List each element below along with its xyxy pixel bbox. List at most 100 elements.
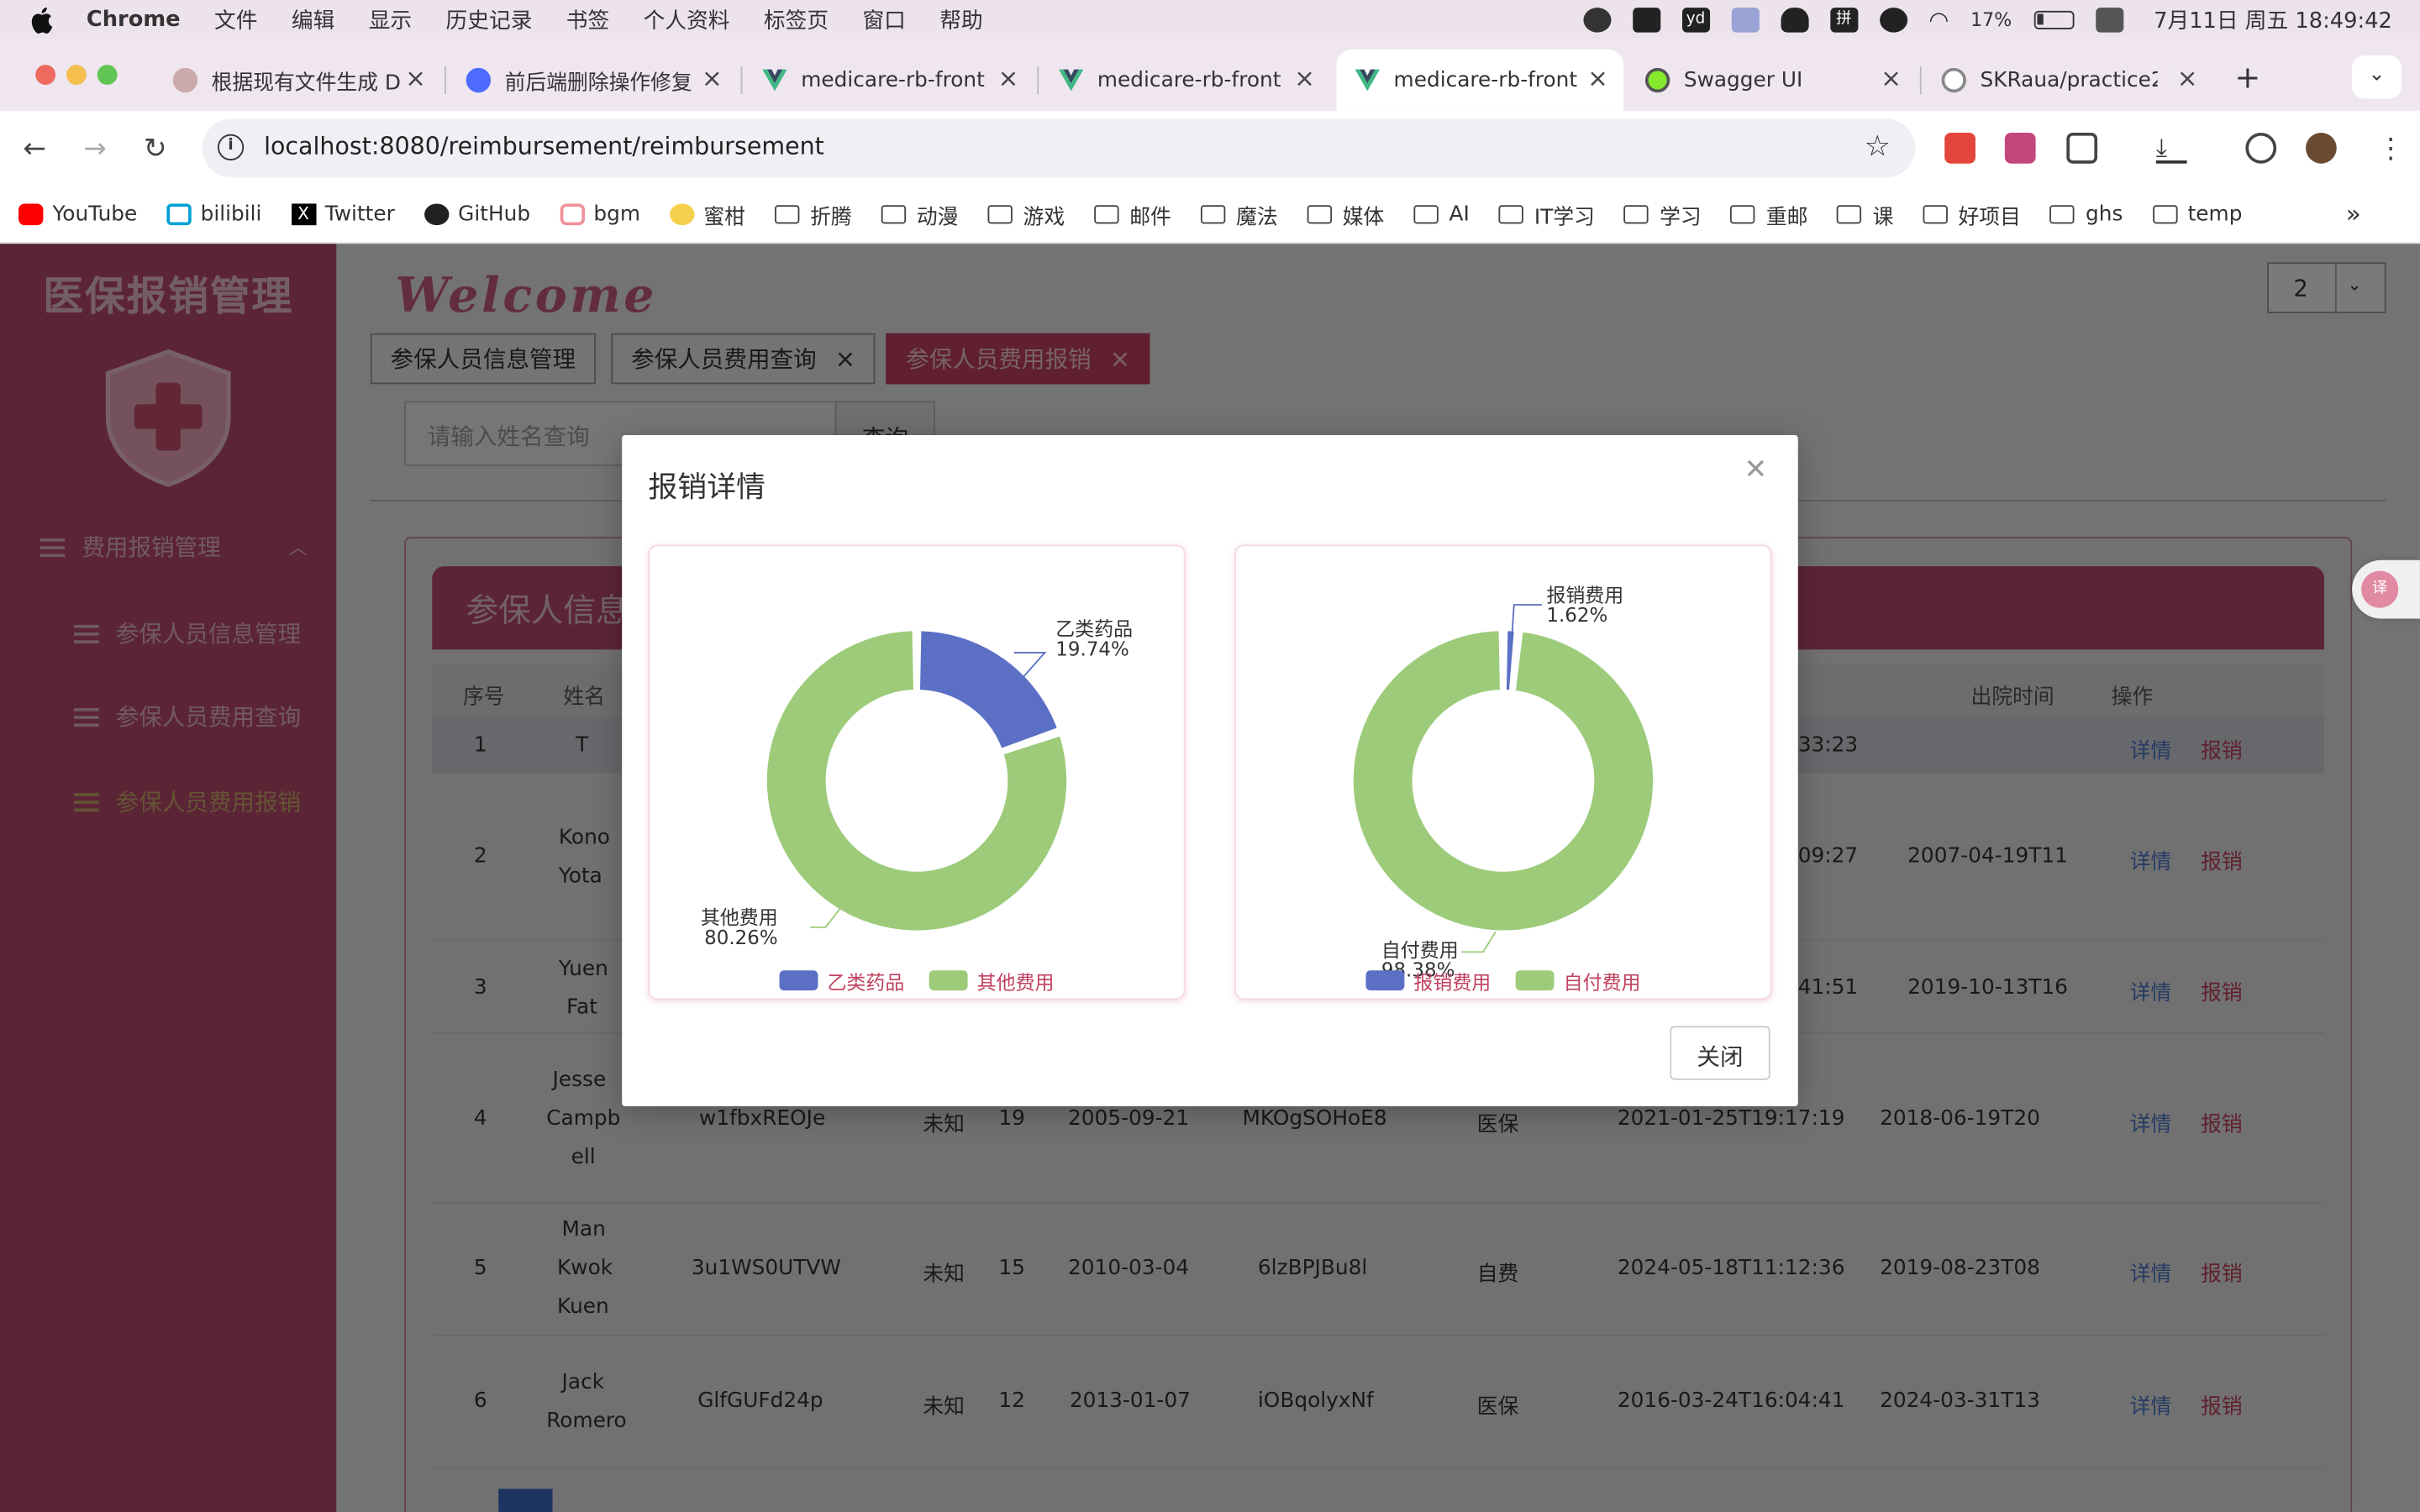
menu-tabs[interactable]: 标签页: [764, 4, 829, 35]
bookmark-bilibili[interactable]: bilibili: [166, 202, 261, 226]
bookmark-folder[interactable]: 邮件: [1094, 198, 1171, 229]
tab-close-icon[interactable]: ×: [1294, 63, 1315, 92]
bookmark-folder[interactable]: 重邮: [1730, 198, 1807, 229]
bookmark-youtube[interactable]: YouTube: [18, 202, 137, 226]
pie-slice[interactable]: [917, 627, 1061, 753]
x-icon: X: [291, 202, 316, 225]
tab-close-icon[interactable]: ×: [405, 63, 426, 92]
bookmark-folder[interactable]: 动漫: [881, 198, 958, 229]
menu-help[interactable]: 帮助: [939, 4, 982, 35]
dialog-close-button[interactable]: 关闭: [1670, 1026, 1770, 1080]
bookmark-folder[interactable]: 课: [1837, 198, 1893, 229]
folder-icon: [1094, 204, 1119, 223]
user-status-icon[interactable]: [1731, 7, 1760, 32]
browser-tab[interactable]: medicare-rb-front ×: [1040, 50, 1330, 111]
account-icon[interactable]: [1879, 7, 1907, 32]
bookmark-folder[interactable]: AI: [1413, 202, 1470, 226]
menu-history[interactable]: 历史记录: [446, 4, 533, 35]
menu-app-name[interactable]: Chrome: [87, 7, 181, 31]
menu-window[interactable]: 窗口: [862, 4, 905, 35]
url-text[interactable]: localhost:8080/reimbursement/reimburseme…: [264, 133, 824, 160]
bookmark-folder[interactable]: ghs: [2049, 202, 2123, 226]
swagger-favicon-icon: [1644, 67, 1670, 93]
pie-slice[interactable]: [1350, 627, 1656, 934]
legend-label[interactable]: 自付费用: [1564, 966, 1641, 995]
folder-icon: [881, 204, 906, 223]
download-icon[interactable]: ⤓: [2155, 133, 2187, 164]
battery-icon[interactable]: [2033, 9, 2074, 29]
folder-icon: [1413, 204, 1439, 223]
menu-profiles[interactable]: 个人资料: [644, 4, 730, 35]
translate-extension-icon[interactable]: [2004, 132, 2036, 164]
bookmark-folder[interactable]: 好项目: [1923, 198, 2021, 229]
menu-file[interactable]: 文件: [214, 4, 257, 35]
extensions-puzzle-icon[interactable]: [2066, 132, 2098, 164]
bookmark-mikan[interactable]: 蜜柑: [669, 198, 745, 229]
ime-icon[interactable]: 拼: [1829, 7, 1858, 32]
reload-icon[interactable]: ↻: [144, 133, 167, 165]
menu-bookmarks[interactable]: 书签: [566, 4, 609, 35]
youdao-icon[interactable]: yd: [1681, 7, 1710, 32]
extension-red-icon[interactable]: [1944, 132, 1975, 164]
tab-title: medicare-rb-front: [1097, 67, 1281, 93]
bookmark-twitter[interactable]: X Twitter: [291, 202, 395, 226]
performance-icon[interactable]: [2245, 132, 2277, 164]
control-center-icon[interactable]: [2095, 7, 2123, 32]
bookmark-folder[interactable]: temp: [2152, 202, 2242, 226]
screen-record-icon[interactable]: [1582, 7, 1612, 32]
bookmark-folder[interactable]: 学习: [1623, 198, 1702, 229]
vue-favicon-icon: [1355, 69, 1381, 92]
chart-legend: 报销费用 自付费用: [1365, 966, 1640, 995]
close-icon[interactable]: ✕: [1744, 454, 1767, 486]
cat-app-icon[interactable]: [1632, 7, 1660, 32]
bookmark-github[interactable]: GitHub: [424, 202, 530, 226]
bookmark-folder[interactable]: 媒体: [1307, 198, 1384, 229]
menu-edit[interactable]: 编辑: [292, 4, 334, 35]
browser-tab[interactable]: 前后端删除操作修复 ×: [448, 50, 738, 111]
tab-title: 根据现有文件生成 D: [211, 71, 401, 96]
slice-label: 乙类药品 19.74%: [1055, 617, 1134, 661]
bookmark-star-icon[interactable]: ☆: [1865, 129, 1891, 163]
legend-label[interactable]: 报销费用: [1413, 966, 1491, 995]
wifi-icon[interactable]: ◠: [1928, 5, 1949, 33]
tab-search-icon[interactable]: ⌄: [2352, 55, 2402, 99]
youtube-icon: [18, 202, 44, 225]
menu-view[interactable]: 显示: [369, 4, 412, 35]
browser-tab[interactable]: 根据现有文件生成 D ×: [155, 50, 442, 111]
bookmark-folder[interactable]: 魔法: [1200, 198, 1278, 229]
profile-avatar[interactable]: [2306, 132, 2337, 164]
apple-icon[interactable]: [31, 5, 55, 33]
browser-tab[interactable]: medicare-rb-front ×: [744, 50, 1034, 111]
site-info-icon[interactable]: i: [217, 134, 245, 161]
browser-tab[interactable]: SKRaua/practice25 ×: [1923, 50, 2213, 111]
legend-label[interactable]: 其他费用: [977, 966, 1055, 995]
new-tab-icon[interactable]: +: [2235, 59, 2261, 96]
bookmark-folder[interactable]: 游戏: [987, 198, 1065, 229]
window-close-button[interactable]: [35, 65, 56, 86]
github-icon: [424, 202, 450, 225]
bookmark-folder[interactable]: 折腾: [774, 198, 852, 229]
vue-favicon-icon: [762, 69, 787, 92]
forward-icon[interactable]: →: [83, 133, 107, 165]
window-zoom-button[interactable]: [97, 65, 118, 86]
tab-close-icon[interactable]: ×: [2170, 63, 2198, 93]
tab-close-icon[interactable]: ×: [1881, 63, 1902, 92]
back-icon[interactable]: ←: [24, 133, 47, 165]
legend-label[interactable]: 乙类药品: [827, 966, 904, 995]
tab-close-icon[interactable]: ×: [702, 63, 723, 92]
chrome-menu-icon[interactable]: ⋮: [2377, 133, 2405, 165]
menubar-clock[interactable]: 7月11日 周五 18:49:42: [2154, 4, 2392, 35]
bookmark-folder[interactable]: IT学习: [1498, 198, 1595, 229]
folder-icon: [2049, 204, 2075, 223]
browser-tab-active[interactable]: medicare-rb-front ×: [1336, 49, 1624, 112]
qq-icon[interactable]: [1781, 7, 1809, 32]
omnibox[interactable]: i localhost:8080/reimbursement/reimburse…: [202, 118, 1916, 178]
window-minimize-button[interactable]: [66, 65, 87, 86]
page-translate-button[interactable]: 译: [2352, 559, 2420, 619]
tab-close-icon[interactable]: ×: [1587, 63, 1608, 92]
browser-tab[interactable]: Swagger UI ×: [1627, 50, 1917, 111]
bookmark-bgm[interactable]: bgm: [560, 202, 640, 226]
bookmarks-overflow-icon[interactable]: »: [2346, 199, 2361, 228]
tab-close-icon[interactable]: ×: [998, 63, 1019, 92]
label-leader-line: [1461, 931, 1497, 953]
